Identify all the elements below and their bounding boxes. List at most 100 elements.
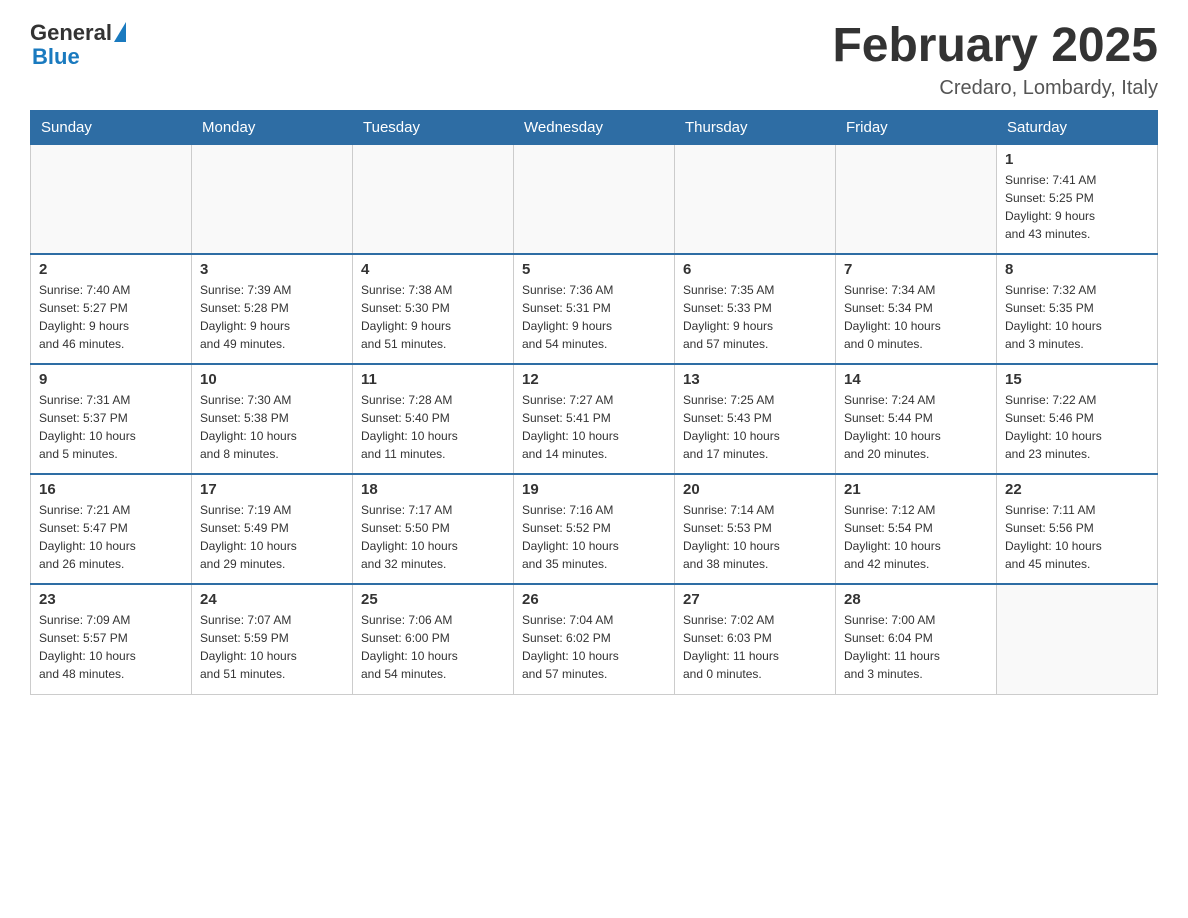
calendar-day-cell: 23 Sunrise: 7:09 AM Sunset: 5:57 PM Dayli… — [31, 584, 192, 694]
calendar-day-cell: 12 Sunrise: 7:27 AM Sunset: 5:41 PM Dayli… — [514, 364, 675, 474]
calendar-header-row: SundayMondayTuesdayWednesdayThursdayFrid… — [31, 110, 1158, 144]
calendar-week-row: 23 Sunrise: 7:09 AM Sunset: 5:57 PM Dayli… — [31, 584, 1158, 694]
day-number: 2 — [39, 261, 183, 278]
calendar-day-cell: 28 Sunrise: 7:00 AM Sunset: 6:04 PM Dayli… — [836, 584, 997, 694]
day-number: 13 — [683, 371, 827, 388]
calendar-title: February 2025 — [832, 20, 1158, 73]
day-info: Sunrise: 7:04 AM Sunset: 6:02 PM Dayligh… — [522, 611, 666, 683]
day-number: 22 — [1005, 481, 1149, 498]
calendar-subtitle: Credaro, Lombardy, Italy — [832, 77, 1158, 100]
day-number: 12 — [522, 371, 666, 388]
calendar-day-cell: 10 Sunrise: 7:30 AM Sunset: 5:38 PM Dayli… — [192, 364, 353, 474]
day-number: 27 — [683, 591, 827, 608]
calendar-day-cell — [31, 144, 192, 254]
day-number: 21 — [844, 481, 988, 498]
day-info: Sunrise: 7:27 AM Sunset: 5:41 PM Dayligh… — [522, 391, 666, 463]
calendar-day-cell: 13 Sunrise: 7:25 AM Sunset: 5:43 PM Dayli… — [675, 364, 836, 474]
day-info: Sunrise: 7:38 AM Sunset: 5:30 PM Dayligh… — [361, 281, 505, 353]
day-info: Sunrise: 7:02 AM Sunset: 6:03 PM Dayligh… — [683, 611, 827, 683]
day-number: 15 — [1005, 371, 1149, 388]
column-header-friday: Friday — [836, 110, 997, 144]
day-number: 5 — [522, 261, 666, 278]
day-number: 16 — [39, 481, 183, 498]
day-info: Sunrise: 7:39 AM Sunset: 5:28 PM Dayligh… — [200, 281, 344, 353]
calendar-day-cell: 7 Sunrise: 7:34 AM Sunset: 5:34 PM Daylig… — [836, 254, 997, 364]
calendar-day-cell: 15 Sunrise: 7:22 AM Sunset: 5:46 PM Dayli… — [997, 364, 1158, 474]
calendar-day-cell: 26 Sunrise: 7:04 AM Sunset: 6:02 PM Dayli… — [514, 584, 675, 694]
column-header-saturday: Saturday — [997, 110, 1158, 144]
day-info: Sunrise: 7:30 AM Sunset: 5:38 PM Dayligh… — [200, 391, 344, 463]
day-number: 20 — [683, 481, 827, 498]
logo: General Blue — [30, 20, 126, 70]
day-number: 17 — [200, 481, 344, 498]
day-number: 23 — [39, 591, 183, 608]
column-header-wednesday: Wednesday — [514, 110, 675, 144]
calendar-day-cell: 27 Sunrise: 7:02 AM Sunset: 6:03 PM Dayli… — [675, 584, 836, 694]
calendar-table: SundayMondayTuesdayWednesdayThursdayFrid… — [30, 110, 1158, 695]
day-info: Sunrise: 7:06 AM Sunset: 6:00 PM Dayligh… — [361, 611, 505, 683]
calendar-day-cell: 19Sunrise: 7:16 AM Sunset: 5:52 PM Dayli… — [514, 474, 675, 584]
day-number: 4 — [361, 261, 505, 278]
day-info: Sunrise: 7:34 AM Sunset: 5:34 PM Dayligh… — [844, 281, 988, 353]
day-number: 26 — [522, 591, 666, 608]
calendar-day-cell: 22 Sunrise: 7:11 AM Sunset: 5:56 PM Dayli… — [997, 474, 1158, 584]
calendar-day-cell: 16 Sunrise: 7:21 AM Sunset: 5:47 PM Dayli… — [31, 474, 192, 584]
day-number: 18 — [361, 481, 505, 498]
calendar-day-cell: 6 Sunrise: 7:35 AM Sunset: 5:33 PM Daylig… — [675, 254, 836, 364]
title-section: February 2025 Credaro, Lombardy, Italy — [832, 20, 1158, 100]
day-info: Sunrise: 7:11 AM Sunset: 5:56 PM Dayligh… — [1005, 501, 1149, 573]
day-number: 8 — [1005, 261, 1149, 278]
column-header-thursday: Thursday — [675, 110, 836, 144]
calendar-day-cell: 8 Sunrise: 7:32 AM Sunset: 5:35 PM Daylig… — [997, 254, 1158, 364]
day-info: Sunrise: 7:21 AM Sunset: 5:47 PM Dayligh… — [39, 501, 183, 573]
day-info: Sunrise: 7:16 AM Sunset: 5:52 PM Dayligh… — [522, 501, 666, 573]
column-header-sunday: Sunday — [31, 110, 192, 144]
day-info: Sunrise: 7:25 AM Sunset: 5:43 PM Dayligh… — [683, 391, 827, 463]
calendar-day-cell — [997, 584, 1158, 694]
day-number: 6 — [683, 261, 827, 278]
column-header-tuesday: Tuesday — [353, 110, 514, 144]
calendar-day-cell: 18 Sunrise: 7:17 AM Sunset: 5:50 PM Dayli… — [353, 474, 514, 584]
day-info: Sunrise: 7:19 AM Sunset: 5:49 PM Dayligh… — [200, 501, 344, 573]
day-number: 3 — [200, 261, 344, 278]
calendar-day-cell: 4 Sunrise: 7:38 AM Sunset: 5:30 PM Daylig… — [353, 254, 514, 364]
calendar-day-cell: 20 Sunrise: 7:14 AM Sunset: 5:53 PM Dayli… — [675, 474, 836, 584]
day-info: Sunrise: 7:22 AM Sunset: 5:46 PM Dayligh… — [1005, 391, 1149, 463]
day-info: Sunrise: 7:07 AM Sunset: 5:59 PM Dayligh… — [200, 611, 344, 683]
day-number: 28 — [844, 591, 988, 608]
day-info: Sunrise: 7:31 AM Sunset: 5:37 PM Dayligh… — [39, 391, 183, 463]
day-info: Sunrise: 7:41 AM Sunset: 5:25 PM Dayligh… — [1005, 171, 1149, 243]
calendar-day-cell: 25 Sunrise: 7:06 AM Sunset: 6:00 PM Dayli… — [353, 584, 514, 694]
calendar-week-row: 16 Sunrise: 7:21 AM Sunset: 5:47 PM Dayli… — [31, 474, 1158, 584]
calendar-day-cell: 21 Sunrise: 7:12 AM Sunset: 5:54 PM Dayli… — [836, 474, 997, 584]
calendar-week-row: 1 Sunrise: 7:41 AM Sunset: 5:25 PM Daylig… — [31, 144, 1158, 254]
column-header-monday: Monday — [192, 110, 353, 144]
calendar-day-cell — [514, 144, 675, 254]
day-info: Sunrise: 7:12 AM Sunset: 5:54 PM Dayligh… — [844, 501, 988, 573]
calendar-day-cell: 24Sunrise: 7:07 AM Sunset: 5:59 PM Dayli… — [192, 584, 353, 694]
logo-blue-text: Blue — [30, 44, 80, 70]
calendar-day-cell — [675, 144, 836, 254]
day-info: Sunrise: 7:14 AM Sunset: 5:53 PM Dayligh… — [683, 501, 827, 573]
day-info: Sunrise: 7:36 AM Sunset: 5:31 PM Dayligh… — [522, 281, 666, 353]
day-info: Sunrise: 7:32 AM Sunset: 5:35 PM Dayligh… — [1005, 281, 1149, 353]
calendar-day-cell: 11Sunrise: 7:28 AM Sunset: 5:40 PM Dayli… — [353, 364, 514, 474]
calendar-day-cell: 2Sunrise: 7:40 AM Sunset: 5:27 PM Daylig… — [31, 254, 192, 364]
calendar-week-row: 2Sunrise: 7:40 AM Sunset: 5:27 PM Daylig… — [31, 254, 1158, 364]
day-number: 14 — [844, 371, 988, 388]
day-number: 25 — [361, 591, 505, 608]
calendar-day-cell — [353, 144, 514, 254]
day-number: 7 — [844, 261, 988, 278]
day-info: Sunrise: 7:35 AM Sunset: 5:33 PM Dayligh… — [683, 281, 827, 353]
logo-triangle-icon — [114, 22, 126, 42]
day-number: 10 — [200, 371, 344, 388]
page-header: General Blue February 2025 Credaro, Lomb… — [30, 20, 1158, 100]
day-number: 1 — [1005, 151, 1149, 168]
day-info: Sunrise: 7:24 AM Sunset: 5:44 PM Dayligh… — [844, 391, 988, 463]
day-info: Sunrise: 7:17 AM Sunset: 5:50 PM Dayligh… — [361, 501, 505, 573]
calendar-day-cell: 3 Sunrise: 7:39 AM Sunset: 5:28 PM Daylig… — [192, 254, 353, 364]
day-info: Sunrise: 7:09 AM Sunset: 5:57 PM Dayligh… — [39, 611, 183, 683]
calendar-day-cell: 5 Sunrise: 7:36 AM Sunset: 5:31 PM Daylig… — [514, 254, 675, 364]
calendar-day-cell: 1 Sunrise: 7:41 AM Sunset: 5:25 PM Daylig… — [997, 144, 1158, 254]
day-info: Sunrise: 7:00 AM Sunset: 6:04 PM Dayligh… — [844, 611, 988, 683]
